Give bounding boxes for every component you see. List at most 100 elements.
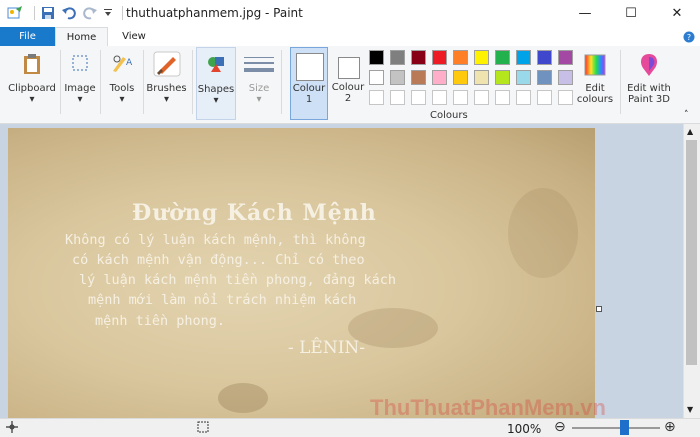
edit-with-paint-3d-button[interactable]: Edit with Paint 3D xyxy=(624,47,674,120)
save-icon[interactable] xyxy=(40,5,56,21)
tools-icon: A xyxy=(111,53,133,76)
chevron-down-icon: ▾ xyxy=(119,94,125,105)
chevron-down-icon: ▾ xyxy=(77,94,83,105)
colour-swatch[interactable] xyxy=(390,70,405,85)
colour-swatch[interactable] xyxy=(516,70,531,85)
colour-swatch[interactable] xyxy=(474,50,489,65)
title-bar: thuthuatphanmem.jpg - Paint — ☐ ✕ xyxy=(0,0,700,27)
picture-text-line: mệnh tiền phong. xyxy=(95,313,226,329)
svg-text:A: A xyxy=(126,58,133,68)
colour-2-swatch xyxy=(338,57,360,79)
colour-swatch[interactable] xyxy=(432,70,447,85)
close-button[interactable]: ✕ xyxy=(654,0,700,27)
colour-1-number: 1 xyxy=(305,94,313,105)
colour-swatch[interactable] xyxy=(369,70,384,85)
colour-swatch[interactable] xyxy=(432,50,447,65)
picture-text-line: mệnh mới làm nổi trách nhiệm kách xyxy=(88,292,357,308)
empty-colour-swatch[interactable] xyxy=(537,90,552,105)
collapse-ribbon-icon[interactable]: ˄ xyxy=(684,110,689,120)
shapes-group[interactable]: Shapes ▾ xyxy=(196,47,236,120)
redo-icon[interactable] xyxy=(82,5,98,21)
colour-2-button[interactable]: Colour 2 xyxy=(330,47,366,120)
picture-text-line: Không có lý luận kách mệnh, thì không xyxy=(65,232,366,248)
colour-2-label: Colour xyxy=(331,82,365,93)
image-canvas[interactable]: Đường Kách Mệnh Không có lý luận kách mệ… xyxy=(8,128,595,418)
ribbon-divider xyxy=(100,50,101,114)
paint-3d-label-1: Edit with xyxy=(627,83,671,94)
colour-swatch[interactable] xyxy=(369,50,384,65)
selection-size-icon xyxy=(197,421,209,436)
colour-swatch[interactable] xyxy=(390,50,405,65)
scrollbar-thumb[interactable] xyxy=(686,140,697,365)
chevron-down-icon: ▾ xyxy=(213,95,219,106)
scroll-up-icon[interactable]: ▲ xyxy=(687,127,693,136)
empty-colour-swatch[interactable] xyxy=(474,90,489,105)
chevron-down-icon: ▾ xyxy=(163,94,170,105)
brushes-group[interactable]: Brushes ▾ xyxy=(145,47,188,120)
tools-group[interactable]: A Tools ▾ xyxy=(103,47,141,120)
chevron-down-icon: ▾ xyxy=(256,94,262,105)
zoom-out-icon[interactable]: ⊖ xyxy=(554,419,566,435)
brushes-label: Brushes xyxy=(146,83,187,94)
colour-swatch[interactable] xyxy=(516,50,531,65)
colour-swatch[interactable] xyxy=(495,70,510,85)
colour-swatch[interactable] xyxy=(537,70,552,85)
colour-swatch[interactable] xyxy=(537,50,552,65)
ribbon-divider xyxy=(620,50,621,114)
minimize-button[interactable]: — xyxy=(562,0,608,27)
picture-heading: Đường Kách Mệnh xyxy=(132,200,377,226)
edit-colours-label-1: Edit xyxy=(585,83,605,94)
colour-swatch[interactable] xyxy=(495,50,510,65)
ribbon-divider xyxy=(192,50,193,114)
tab-view[interactable]: View xyxy=(112,27,156,46)
resize-handle[interactable] xyxy=(596,306,602,312)
image-group[interactable]: Image ▾ xyxy=(63,47,97,120)
zoom-in-icon[interactable]: ⊕ xyxy=(664,419,676,435)
colour-swatch[interactable] xyxy=(474,70,489,85)
tab-file[interactable]: File xyxy=(0,27,55,46)
paper-stain xyxy=(508,188,578,278)
zoom-level: 100% xyxy=(507,422,542,436)
empty-colour-swatch[interactable] xyxy=(432,90,447,105)
empty-colour-swatch[interactable] xyxy=(369,90,384,105)
empty-colour-swatch[interactable] xyxy=(495,90,510,105)
colour-palette xyxy=(369,50,576,108)
undo-icon[interactable] xyxy=(61,5,77,21)
paint-3d-label-2: Paint 3D xyxy=(628,94,670,105)
paint-app-icon[interactable] xyxy=(7,5,23,21)
colour-swatch[interactable] xyxy=(558,50,573,65)
scroll-down-icon[interactable]: ▼ xyxy=(687,405,693,414)
ribbon-help-icon[interactable]: ? xyxy=(683,31,695,46)
edit-colours-button[interactable]: Edit colours xyxy=(574,47,616,120)
empty-colour-swatch[interactable] xyxy=(558,90,573,105)
zoom-slider[interactable] xyxy=(572,427,660,429)
colours-group-label: Colours xyxy=(430,110,468,121)
tab-home[interactable]: Home xyxy=(55,27,108,47)
shapes-label: Shapes xyxy=(197,84,235,95)
colour-2-number: 2 xyxy=(344,93,352,104)
colour-swatch[interactable] xyxy=(453,50,468,65)
empty-colour-swatch[interactable] xyxy=(516,90,531,105)
colour-swatch[interactable] xyxy=(411,50,426,65)
zoom-slider-thumb[interactable] xyxy=(619,420,629,435)
empty-colour-swatch[interactable] xyxy=(411,90,426,105)
chevron-down-icon: ▾ xyxy=(29,94,35,105)
ribbon-divider xyxy=(281,50,282,114)
clipboard-icon xyxy=(22,53,42,78)
clipboard-group[interactable]: Clipboard ▾ xyxy=(6,47,58,120)
size-group[interactable]: Size ▾ xyxy=(241,47,277,120)
watermark: ThuThuatPhanMem.vn xyxy=(370,395,606,420)
ribbon-divider xyxy=(143,50,144,114)
picture-author: - LÊNIN- xyxy=(288,338,366,358)
colour-swatch[interactable] xyxy=(411,70,426,85)
edit-colours-label-2: colours xyxy=(576,94,614,105)
colour-1-button[interactable]: Colour 1 xyxy=(290,47,328,120)
maximize-button[interactable]: ☐ xyxy=(608,0,654,27)
empty-colour-swatch[interactable] xyxy=(390,90,405,105)
colour-swatch[interactable] xyxy=(453,70,468,85)
empty-colour-swatch[interactable] xyxy=(453,90,468,105)
cursor-position-icon xyxy=(6,421,18,436)
line-width-icon xyxy=(244,55,274,78)
paper-stain xyxy=(218,383,268,413)
colour-swatch[interactable] xyxy=(558,70,573,85)
